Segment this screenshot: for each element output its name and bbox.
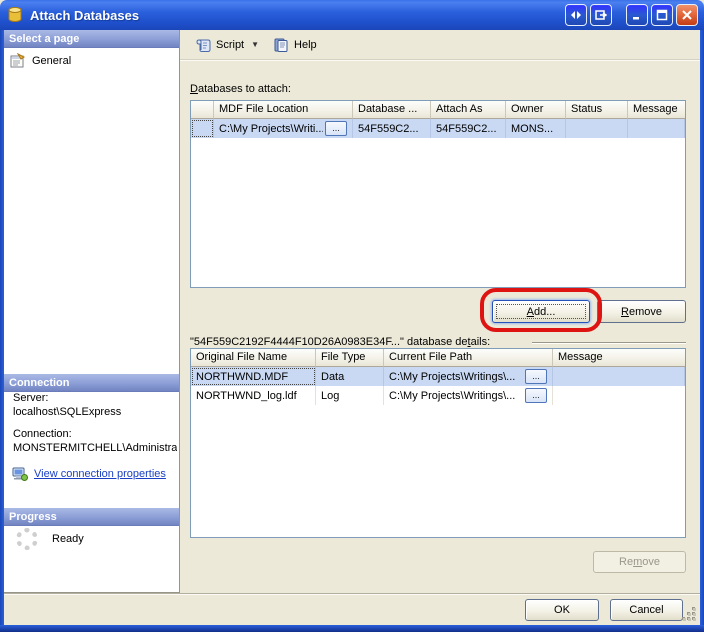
spinner-ring-icon xyxy=(16,528,38,550)
current-file-path-cell[interactable]: C:\My Projects\Writings\... ... xyxy=(384,367,553,386)
column-header-message[interactable]: Message xyxy=(628,101,685,119)
databases-to-attach-grid: MDF File Location Database ... Attach As… xyxy=(190,100,686,288)
chevron-down-icon: ▼ xyxy=(251,40,259,49)
column-header-selector[interactable] xyxy=(191,101,214,119)
table-row[interactable]: NORTHWND.MDF Data C:\My Projects\Writing… xyxy=(191,367,685,386)
titlebar[interactable]: Attach Databases xyxy=(0,0,704,30)
grid1-header-row: MDF File Location Database ... Attach As… xyxy=(191,101,685,119)
database-cell[interactable]: 54F559C2... xyxy=(353,119,431,138)
column-header-original-file-name[interactable]: Original File Name xyxy=(191,349,316,367)
dialog-body: Select a page General Connection Server:… xyxy=(4,30,700,625)
column-header-attach-as[interactable]: Attach As xyxy=(431,101,506,119)
server-label: Server: xyxy=(13,392,48,404)
details-separator-line xyxy=(532,342,686,344)
sidebar-item-general[interactable]: General xyxy=(8,52,73,70)
browse-button[interactable]: ... xyxy=(325,121,347,136)
column-header-message[interactable]: Message xyxy=(553,349,685,367)
table-row[interactable]: NORTHWND_log.ldf Log C:\My Projects\Writ… xyxy=(191,386,685,405)
grid2-header-row: Original File Name File Type Current Fil… xyxy=(191,349,685,367)
database-details-grid: Original File Name File Type Current Fil… xyxy=(190,348,686,538)
remove-button[interactable]: Remove xyxy=(597,300,686,323)
cancel-button[interactable]: Cancel xyxy=(610,599,683,621)
connection-value: MONSTERMITCHELL\Administra xyxy=(13,442,177,454)
popout-window-icon[interactable] xyxy=(590,4,612,26)
databases-to-attach-label: Databases to attach: xyxy=(190,83,291,95)
property-page-icon xyxy=(10,53,26,69)
help-book-icon xyxy=(273,37,289,53)
owner-cell[interactable]: MONS... xyxy=(506,119,566,138)
dialog-toolbar: Script ▼ Help xyxy=(180,30,700,60)
current-file-path-cell[interactable]: C:\My Projects\Writings\... ... xyxy=(384,386,553,405)
window-title: Attach Databases xyxy=(30,8,139,23)
dock-arrows-icon[interactable] xyxy=(565,4,587,26)
help-label: Help xyxy=(294,39,317,51)
server-value: localhost\SQLExpress xyxy=(13,406,121,418)
progress-header: Progress xyxy=(4,508,179,526)
status-cell[interactable] xyxy=(566,119,628,138)
help-button[interactable]: Help xyxy=(268,34,322,56)
attach-as-cell[interactable]: 54F559C2... xyxy=(431,119,506,138)
table-row[interactable]: C:\My Projects\Writi... ... 54F559C2... … xyxy=(191,119,685,138)
computer-monitor-icon xyxy=(12,466,28,482)
sidebar: Select a page General Connection Server:… xyxy=(4,30,180,593)
dialog-footer: OK Cancel xyxy=(4,593,700,625)
message-cell[interactable] xyxy=(628,119,685,138)
column-header-database[interactable]: Database ... xyxy=(353,101,431,119)
database-details-label: "54F559C2192F4444F10D26A0983E34F..." dat… xyxy=(190,336,490,348)
select-a-page-header: Select a page xyxy=(4,30,179,48)
view-connection-properties[interactable]: View connection properties xyxy=(12,466,166,482)
row-selector[interactable] xyxy=(191,119,214,138)
remove-details-button[interactable]: Remove xyxy=(593,551,686,573)
browse-button[interactable]: ... xyxy=(525,388,547,403)
script-button[interactable]: Script ▼ xyxy=(190,34,264,56)
close-icon[interactable] xyxy=(676,4,698,26)
maximize-icon[interactable] xyxy=(651,4,673,26)
database-icon xyxy=(6,6,24,24)
message-cell[interactable] xyxy=(553,386,685,405)
column-header-status[interactable]: Status xyxy=(566,101,628,119)
column-header-mdf-file-location[interactable]: MDF File Location xyxy=(214,101,353,119)
file-type-cell[interactable]: Log xyxy=(316,386,384,405)
attach-databases-dialog: Attach Databases Select a page xyxy=(0,0,704,632)
script-label: Script xyxy=(216,39,244,51)
original-file-name-cell[interactable]: NORTHWND.MDF xyxy=(191,367,316,386)
file-type-cell[interactable]: Data xyxy=(316,367,384,386)
window-border-bottom xyxy=(0,625,704,632)
connection-header: Connection xyxy=(4,374,179,392)
column-header-current-file-path[interactable]: Current File Path xyxy=(384,349,553,367)
column-header-owner[interactable]: Owner xyxy=(506,101,566,119)
resize-grip[interactable] xyxy=(682,607,696,621)
column-header-file-type[interactable]: File Type xyxy=(316,349,384,367)
scroll-icon xyxy=(195,37,211,53)
view-connection-properties-link[interactable]: View connection properties xyxy=(34,468,166,480)
add-button[interactable]: Add... xyxy=(492,300,590,323)
minimize-icon[interactable] xyxy=(626,4,648,26)
browse-button[interactable]: ... xyxy=(525,369,547,384)
ok-button[interactable]: OK xyxy=(525,599,599,621)
original-file-name-cell[interactable]: NORTHWND_log.ldf xyxy=(191,386,316,405)
mdf-file-location-cell[interactable]: C:\My Projects\Writi... ... xyxy=(214,119,353,138)
connection-label: Connection: xyxy=(13,428,72,440)
window-border-right xyxy=(700,30,704,632)
message-cell[interactable] xyxy=(553,367,685,386)
progress-status: Ready xyxy=(52,533,84,545)
sidebar-item-label: General xyxy=(32,55,71,67)
